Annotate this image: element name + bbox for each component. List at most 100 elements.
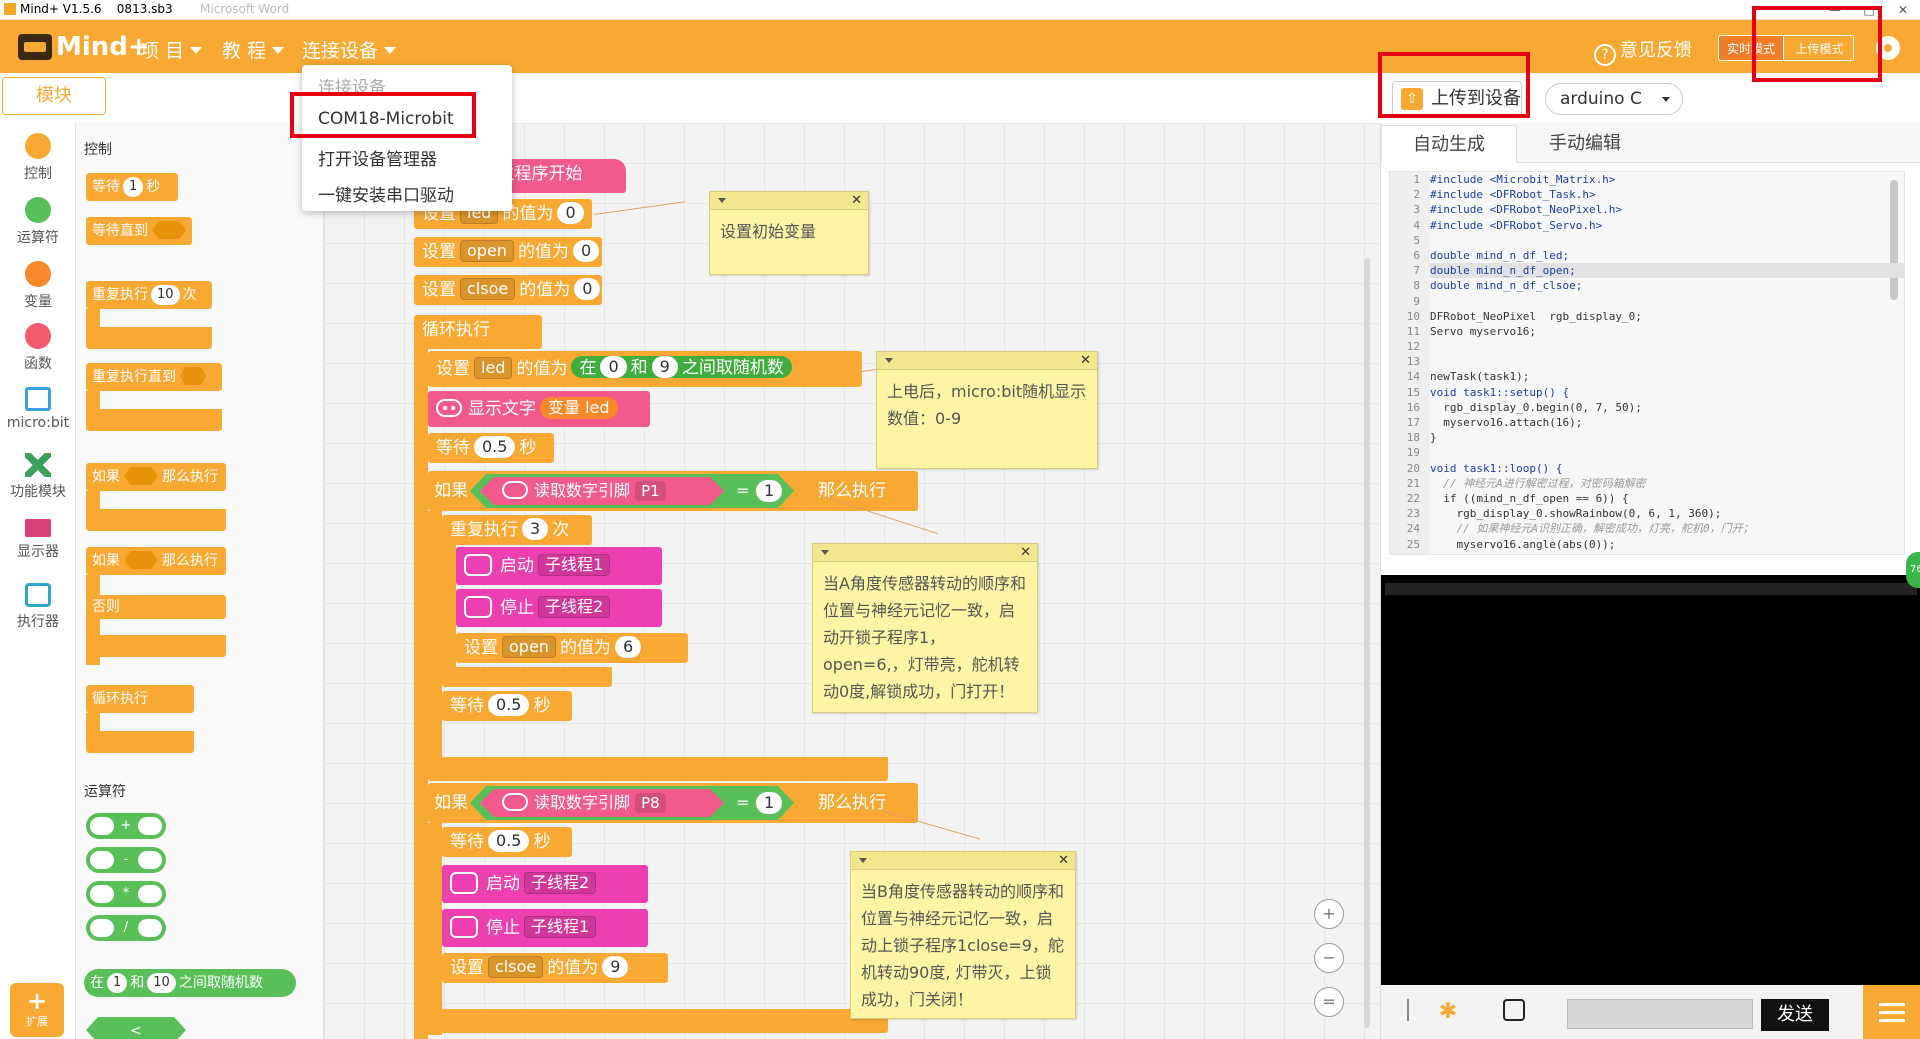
category-microbit[interactable]: micro:bit [0,387,76,431]
comment-sensor-a[interactable]: ✕ 当A角度传感器转动的顺序和位置与神经元记忆一致，启动开锁子程序1，open=… [812,543,1038,713]
category-function-modules[interactable]: 功能模块 [0,453,76,501]
code-line[interactable]: 1 #include <Microbit_Matrix.h> [1390,172,1904,188]
code-line[interactable]: 5 [1390,232,1904,248]
category-functions[interactable]: 函数 [0,323,76,373]
set-clsoe-block[interactable]: 设置 clsoe 的值为 0 [414,275,602,305]
code-line[interactable]: 3 #include <DFRobot_NeoPixel.h> [1390,202,1904,218]
set-open-block[interactable]: 设置 open 的值为 0 [414,237,602,267]
code-line[interactable]: 19 [1390,445,1904,461]
category-control[interactable]: 控制 [0,133,76,183]
code-line[interactable]: 6 double mind_n_df_led; [1390,247,1904,264]
category-display[interactable]: 显示器 [0,519,76,561]
code-line[interactable]: 8 double mind_n_df_clsoe; [1390,278,1904,294]
code-line[interactable]: 22 if ((mind_n_df_open == 6)) { [1390,490,1904,507]
code-line[interactable]: 9 [1390,293,1904,309]
if-pin-p1-block[interactable]: 如果 读取数字引脚 P1 = 1 那么执行 [428,471,918,511]
palette-wait-block[interactable]: 等待 1 秒 [86,173,178,201]
tab-modules[interactable]: 模块 [2,77,106,115]
collapse-icon[interactable] [859,858,867,863]
menu-project[interactable]: 项 目 [140,36,203,63]
palette-if-then-block[interactable]: 如果 那么执行 [86,463,226,491]
send-button[interactable]: 发送 [1761,999,1829,1031]
palette-add-block[interactable]: + [86,813,166,839]
zoom-reset-button[interactable]: = [1314,987,1344,1017]
code-line[interactable]: 15 void task1::setup() { [1390,384,1904,400]
zoom-in-button[interactable]: + [1314,899,1344,929]
language-select[interactable]: arduino C [1545,83,1683,115]
code-workspace[interactable]: micro:bit主程序开始 设置led的值为0 设置open的值为0 设置cl… [324,123,1380,1039]
extension-button[interactable]: 扩展 [10,983,64,1037]
feedback-link[interactable]: ? 意见反馈 [1594,36,1692,66]
start-thread2-block[interactable]: 启动 子线程2 [442,865,648,903]
code-line[interactable]: 16 rgb_display_0.begin(0, 7, 50); [1390,399,1904,416]
code-line[interactable]: 12 [1390,339,1904,355]
scroll-lock-icon[interactable] [1503,999,1525,1021]
code-line[interactable]: 23 rgb_display_0.showRainbow(0, 6, 1, 36… [1390,506,1904,522]
tab-manual-edit[interactable]: 手动编辑 [1517,125,1653,163]
code-line[interactable]: 13 [1390,354,1904,370]
serial-input[interactable] [1567,999,1753,1029]
upload-to-device-button[interactable]: ⇧ 上传到设备 [1392,81,1522,117]
code-line[interactable]: 20 void task1::loop() { [1390,460,1904,476]
close-icon[interactable]: ✕ [851,192,862,210]
close-icon[interactable]: ✕ [1020,544,1031,562]
side-badge[interactable]: 76 [1906,552,1920,588]
code-line[interactable]: 11 Servo myservo16; [1390,323,1904,340]
list-menu-button[interactable] [1863,985,1920,1039]
menu-item-com18-microbit[interactable]: COM18-Microbit [318,109,454,129]
palette-subtract-block[interactable]: - [86,847,166,873]
code-line[interactable]: 18} [1390,430,1904,446]
comment-init-vars[interactable]: ✕ 设置初始变量 [709,191,869,275]
set-led-random-block[interactable]: 设置 led 的值为在 0 和 9 之间取随机数 [428,351,862,387]
read-digital-pin-block[interactable]: 读取数字引脚 P8 [480,789,724,817]
palette-divide-block[interactable]: / [86,915,166,941]
wait-block-1[interactable]: 等待 0.5 秒 [428,433,554,463]
close-icon[interactable]: ✕ [1080,352,1091,370]
code-line[interactable]: 2 #include <DFRobot_Task.h> [1390,187,1904,203]
palette-if-else-block[interactable]: 如果 那么执行 [86,547,226,575]
realtime-mode-button[interactable]: 实时模式 [1719,36,1783,60]
category-actuators[interactable]: 执行器 [0,583,76,631]
repeat-3-block[interactable]: 重复执行 3 次 [442,515,592,545]
code-line[interactable]: 21 // 神经元A进行解密过程，对密码箱解密 [1390,475,1904,491]
code-line[interactable]: 10 DFRobot_NeoPixel rgb_display_0; [1390,308,1904,324]
menu-tutorial[interactable]: 教 程 [222,36,285,63]
stop-thread2-block[interactable]: 停止 子线程2 [456,589,662,627]
collapse-icon[interactable] [821,550,829,555]
stop-thread1-block[interactable]: 停止 子线程1 [442,909,648,947]
comment-power-on[interactable]: ✕ 上电后，micro:bit随机显示数值：0-9 [876,351,1098,469]
code-line[interactable]: 17 myservo16.attach(16); [1390,415,1904,431]
mode-toggle[interactable]: 实时模式 上传模式 [1718,35,1854,61]
palette-random-block[interactable]: 在 1 和 10 之间取随机数 [84,969,296,997]
code-line[interactable]: 14 newTask(task1); [1390,369,1904,385]
menu-item-install-driver[interactable]: 一键安装串口驱动 [318,181,454,206]
workspace-scrollbar[interactable] [1364,258,1370,1028]
read-digital-pin-block[interactable]: 读取数字引脚 P1 [480,477,724,505]
code-line[interactable]: 24 // 如果神经元A识别正确，解密成功，灯亮，舵机0，门开； [1390,521,1904,537]
if-pin-p8-block[interactable]: 如果 读取数字引脚 P8 = 1 那么执行 [428,783,918,823]
set-clsoe-9-block[interactable]: 设置 clsoe 的值为 9 [442,953,668,983]
palette-repeat-until-block[interactable]: 重复执行直到 [86,363,222,391]
start-thread1-block[interactable]: 启动 子线程1 [456,547,662,585]
code-line[interactable]: 7 double mind_n_df_open; [1390,263,1904,279]
close-icon[interactable]: ✕ [1058,852,1069,870]
wait-block-2[interactable]: 等待 0.5 秒 [442,691,572,721]
minimize-button[interactable]: — [1818,0,1852,20]
comment-sensor-b[interactable]: ✕ 当B角度传感器转动的顺序和位置与神经元记忆一致，启动上锁子程序1close=… [850,851,1076,1019]
collapse-icon[interactable] [885,358,893,363]
tab-auto-generate[interactable]: 自动生成 [1381,125,1517,163]
set-open-6-block[interactable]: 设置 open 的值为 6 [456,633,688,663]
wait-block-3[interactable]: 等待 0.5 秒 [442,827,572,857]
palette-multiply-block[interactable]: * [86,881,166,907]
maximize-button[interactable]: □ [1852,0,1886,20]
palette-wait-until-block[interactable]: 等待直到 [86,217,192,245]
code-line[interactable]: 26 MMatrix.show(MMatrix.YES); [1390,551,1904,554]
usb-icon[interactable] [1407,999,1409,1021]
menu-item-device-manager[interactable]: 打开设备管理器 [318,145,437,170]
gear-icon[interactable] [1876,36,1900,60]
zoom-out-button[interactable]: − [1314,943,1344,973]
forever-block[interactable]: 循环执行 [414,315,542,349]
code-line[interactable]: 25 myservo16.angle(abs(0)); [1390,536,1904,552]
menu-connect-device[interactable]: 连接设备 [302,36,397,63]
palette-forever-block[interactable]: 循环执行 [86,685,194,713]
